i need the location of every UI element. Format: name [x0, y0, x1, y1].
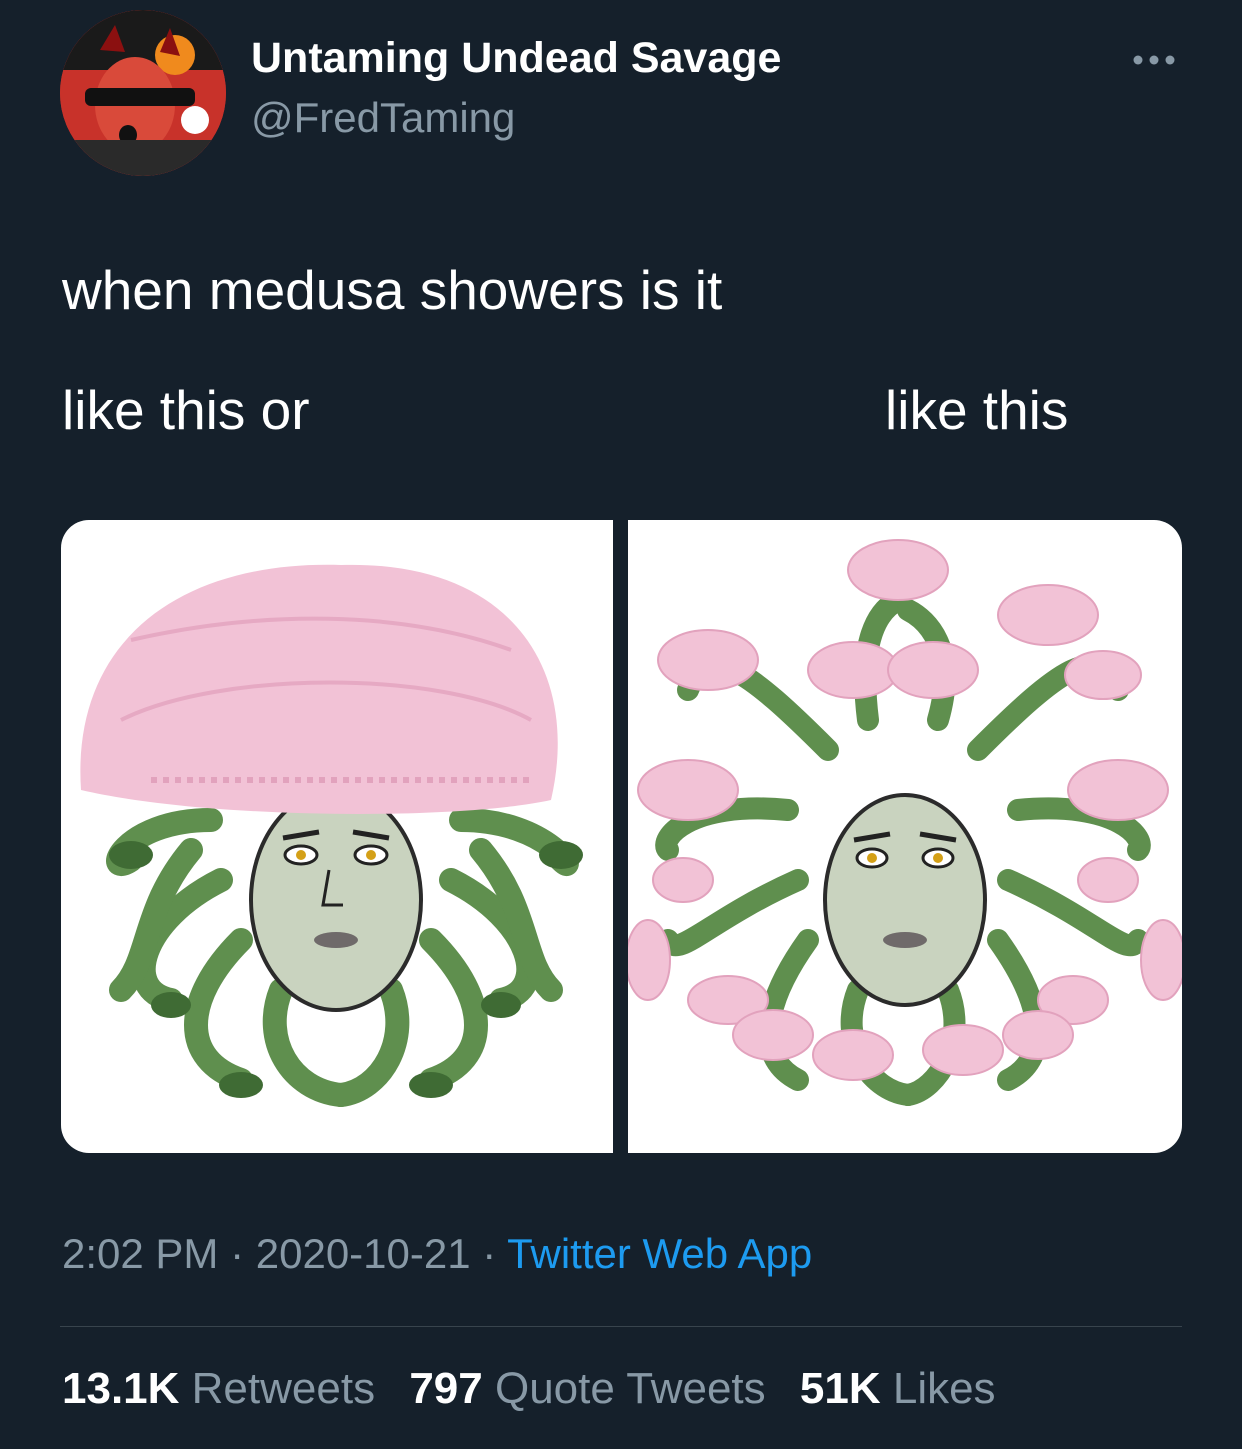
media-image-right[interactable]	[628, 520, 1182, 1153]
caption-right: like this	[885, 379, 1069, 441]
avatar-image	[60, 10, 226, 176]
retweets-stat[interactable]: 13.1K Retweets	[62, 1364, 375, 1413]
user-handle[interactable]: @FredTaming	[251, 94, 515, 142]
likes-count: 51K	[799, 1364, 881, 1413]
tweet-date[interactable]: 2020-10-21	[256, 1230, 471, 1277]
retweets-count: 13.1K	[62, 1364, 180, 1413]
divider	[60, 1326, 1182, 1327]
more-icon[interactable]	[1128, 44, 1180, 76]
likes-label: Likes	[892, 1364, 996, 1413]
tweet-text: when medusa showers is it	[62, 259, 723, 321]
avatar[interactable]	[60, 10, 226, 176]
retweets-label: Retweets	[191, 1364, 376, 1413]
quote-tweets-count: 797	[409, 1364, 483, 1413]
display-name[interactable]: Untaming Undead Savage	[251, 34, 781, 83]
media-image-left[interactable]	[61, 520, 613, 1153]
caption-left: like this or	[62, 379, 310, 441]
tweet-meta: 2:02 PM · 2020-10-21 · Twitter Web App	[62, 1230, 812, 1278]
likes-stat[interactable]: 51K Likes	[800, 1364, 996, 1413]
tweet-stats: 13.1K Retweets 797 Quote Tweets 51K Like…	[62, 1364, 1018, 1414]
quote-tweets-label: Quote Tweets	[494, 1364, 766, 1413]
meta-separator: ·	[218, 1230, 256, 1277]
tweet-time[interactable]: 2:02 PM	[62, 1230, 218, 1277]
tweet-source-link[interactable]: Twitter Web App	[507, 1230, 812, 1277]
quote-tweets-stat[interactable]: 797 Quote Tweets	[409, 1364, 765, 1413]
meta-separator: ·	[470, 1230, 508, 1277]
